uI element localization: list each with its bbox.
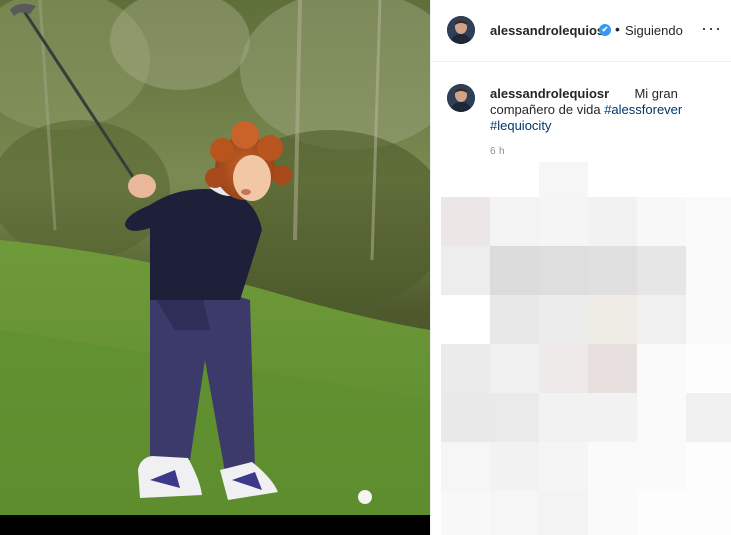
following-button[interactable]: Siguiendo <box>625 23 683 38</box>
header-username[interactable]: alessandrolequiosr <box>490 23 609 38</box>
caption-avatar[interactable] <box>447 84 475 112</box>
post-photo[interactable] <box>0 0 430 535</box>
more-options-icon[interactable]: ··· <box>701 18 722 38</box>
separator-dot: • <box>615 21 620 37</box>
post-side-panel: alessandrolequiosr ✔ • Siguiendo ··· ale… <box>430 0 731 535</box>
avatar-portrait-icon <box>447 84 475 112</box>
instagram-post: alessandrolequiosr ✔ • Siguiendo ··· ale… <box>0 0 731 535</box>
caption-text: alessandrolequiosr ✔ Mi gran compañero d… <box>490 86 720 134</box>
verified-badge-icon: ✔ <box>599 24 611 36</box>
post-timestamp[interactable]: 6 h <box>490 146 505 157</box>
hashtag-alessforever[interactable]: #alessforever <box>604 102 682 117</box>
blurred-comments-area <box>441 162 731 535</box>
user-avatar[interactable] <box>447 16 475 44</box>
hashtag-lequiocity[interactable]: #lequiocity <box>490 118 551 133</box>
avatar-portrait-icon <box>447 16 475 44</box>
caption-username[interactable]: alessandrolequiosr <box>490 86 609 101</box>
photo-golf-child <box>0 0 430 535</box>
post-header: alessandrolequiosr ✔ • Siguiendo ··· <box>431 0 731 62</box>
